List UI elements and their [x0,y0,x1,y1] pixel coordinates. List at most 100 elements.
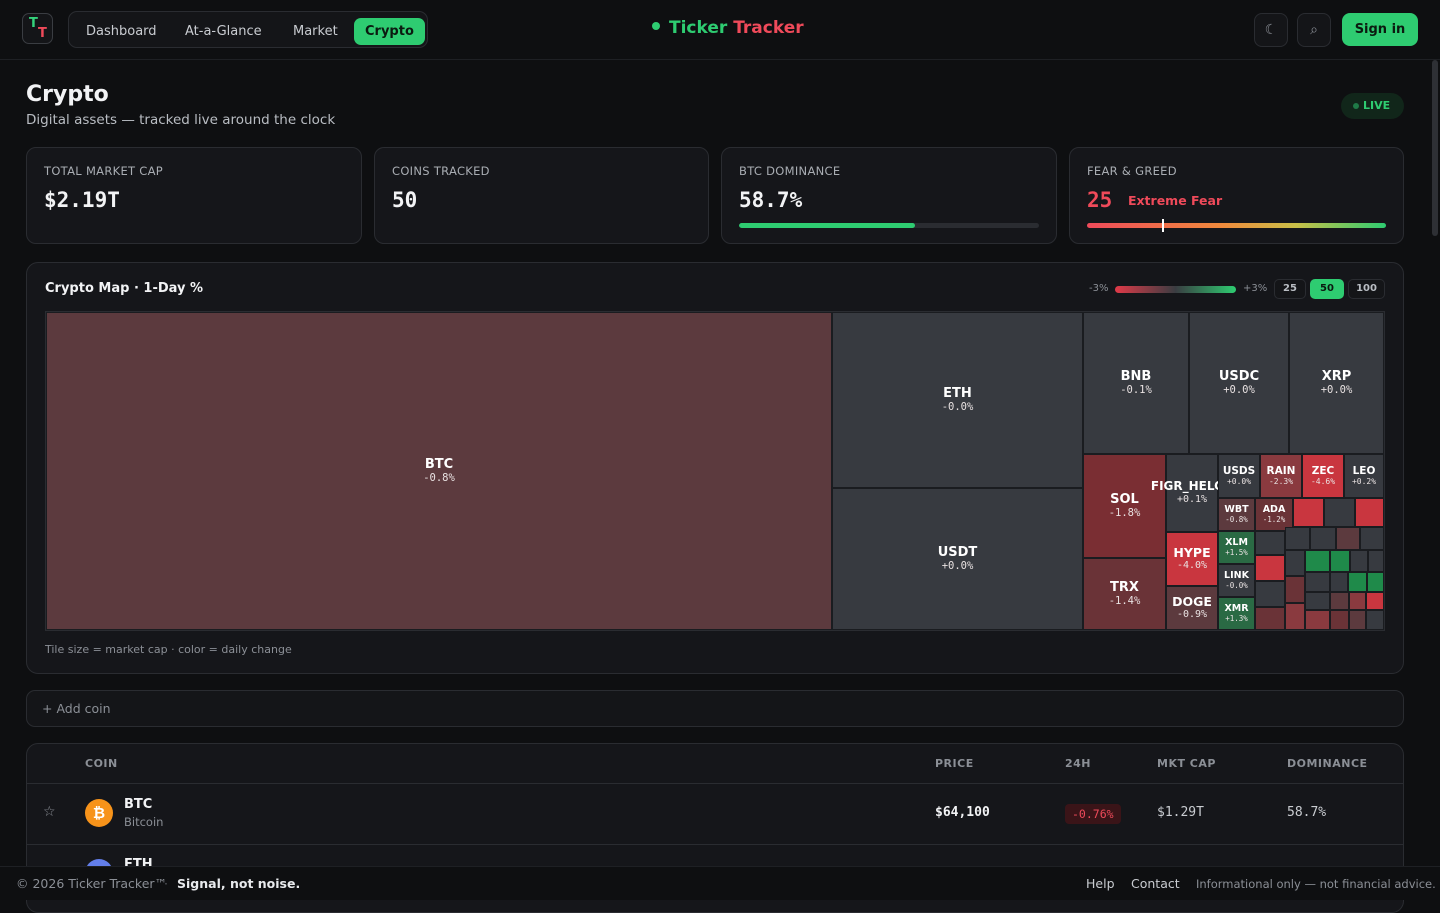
fear-greed-marker [1161,219,1164,232]
map-tile-xrp[interactable]: XRP +0.0% [1289,312,1384,454]
column-header-24h[interactable]: 24H [1065,757,1091,770]
map-tile-small[interactable] [1293,498,1324,527]
map-tile-link[interactable]: LINK -0.0% [1218,564,1255,597]
map-tile-small[interactable] [1348,572,1367,592]
map-tile-rain[interactable]: RAIN -2.3% [1260,454,1302,498]
tile-symbol: HYPE [1173,545,1211,561]
map-tile-eth[interactable]: ETH -0.0% [832,312,1083,488]
map-tile-small[interactable] [1360,527,1384,550]
map-tile-small[interactable] [1310,527,1336,550]
map-tile-small[interactable] [1350,550,1368,572]
map-tile-small[interactable] [1324,498,1355,527]
tile-change: -4.6% [1310,477,1336,487]
map-tile-small[interactable] [1255,555,1285,581]
map-tile-small[interactable] [1255,581,1285,607]
map-tile-small[interactable] [1330,592,1349,610]
map-tile-leo[interactable]: LEO +0.2% [1344,454,1384,498]
brand-word-2: Tracker [733,18,804,38]
main-nav: Dashboard At-a-Glance Market Crypto [68,11,428,48]
footer-disclaimer: Informational only — not financial advic… [1196,877,1436,891]
map-tile-small[interactable] [1366,592,1384,610]
search-icon: ⌕ [1310,22,1318,38]
footer-copyright: © 2026 Ticker Tracker™ [16,876,168,891]
tile-symbol: BNB [1120,368,1152,384]
map-tile-small[interactable] [1355,498,1384,527]
map-tile-bnb[interactable]: BNB -0.1% [1083,312,1189,454]
fear-greed-number: 25 [1087,188,1113,212]
size-option-50[interactable]: 50 [1310,279,1344,299]
size-option-100[interactable]: 100 [1348,279,1385,299]
add-coin-input[interactable]: + Add coin [26,690,1404,727]
column-header-dominance[interactable]: DOMINANCE [1287,757,1368,770]
map-tile-small[interactable] [1305,572,1330,592]
map-tile-doge[interactable]: DOGE -0.9% [1166,586,1218,630]
map-tile-figr-heloc[interactable]: FIGR_HELOC +0.1% [1151,454,1233,532]
tile-change: -0.0% [1225,580,1248,590]
table-row[interactable]: ☆ ₿ BTC Bitcoin $64,100 -0.76% $1.29T 58… [27,784,1403,844]
column-header-mkt-cap[interactable]: MKT CAP [1157,757,1216,770]
map-tile-wbt[interactable]: WBT -0.8% [1218,498,1255,531]
map-tile-small[interactable] [1330,572,1348,592]
tile-change: -0.1% [1120,384,1152,397]
size-option-25[interactable]: 25 [1274,279,1306,299]
map-tile-xmr[interactable]: XMR +1.3% [1218,597,1255,630]
app-logo[interactable]: T T [22,13,53,44]
map-tile-zec[interactable]: ZEC -4.6% [1302,454,1344,498]
column-header-coin[interactable]: COIN [85,757,118,770]
map-tile-small[interactable] [1368,550,1384,572]
map-tile-small[interactable] [1305,610,1330,630]
stat-label: FEAR & GREED [1087,164,1177,178]
tile-symbol: XMR [1224,602,1249,614]
stat-value: $2.19T [44,188,120,212]
stat-label: TOTAL MARKET CAP [44,164,164,178]
map-tile-small[interactable] [1285,576,1305,603]
map-tile-btc[interactable]: BTC -0.8% [46,312,832,630]
page-scrollbar[interactable] [1432,60,1438,236]
map-tile-small[interactable] [1285,550,1305,576]
map-tile-small[interactable] [1255,531,1285,555]
map-tile-small[interactable] [1330,610,1349,630]
map-tile-small[interactable] [1349,592,1366,610]
logo-letter-t1: T [29,16,38,31]
tile-symbol: RAIN [1266,465,1296,478]
theme-toggle-button[interactable]: ☾ [1254,13,1288,47]
map-tile-small[interactable] [1367,572,1384,592]
tile-change: -0.8% [423,472,455,485]
legend-min-label: -3% [1089,283,1109,294]
legend-max-label: +3% [1243,283,1268,294]
map-tile-small[interactable] [1255,607,1285,630]
stat-card-coins-tracked: COINS TRACKED 50 [374,147,709,244]
map-tile-small[interactable] [1336,527,1360,550]
sign-in-button[interactable]: Sign in [1342,13,1418,46]
map-tile-xlm[interactable]: XLM +1.5% [1218,531,1255,564]
map-tile-small[interactable] [1285,527,1310,550]
map-tile-small[interactable] [1305,550,1330,572]
tile-change: +0.0% [1223,384,1255,397]
map-tile-usdc[interactable]: USDC +0.0% [1189,312,1289,454]
page-subtitle: Digital assets — tracked live around the… [26,112,336,128]
tab-at-a-glance[interactable]: At-a-Glance [174,18,273,45]
tile-symbol: ZEC [1311,465,1335,478]
tile-symbol: USDC [1218,368,1260,384]
map-tile-small[interactable] [1285,603,1305,630]
map-tile-usds[interactable]: USDS +0.0% [1218,454,1260,498]
star-icon[interactable]: ☆ [43,804,56,820]
tile-symbol: LEO [1352,465,1376,478]
map-tile-small[interactable] [1330,550,1350,572]
coin-change-badge: -0.76% [1065,804,1121,824]
map-tile-hype[interactable]: HYPE -4.0% [1166,532,1218,586]
footer-contact-link[interactable]: Contact [1131,876,1180,891]
tab-market[interactable]: Market [282,18,349,45]
map-tile-usdt[interactable]: USDT +0.0% [832,488,1083,630]
search-button[interactable]: ⌕ [1297,13,1331,47]
map-tile-small[interactable] [1349,610,1366,630]
footer-help-link[interactable]: Help [1086,876,1115,891]
map-tile-sol[interactable]: SOL -1.8% [1083,454,1166,558]
map-tile-small[interactable] [1366,610,1384,630]
tile-change: -1.8% [1108,507,1141,520]
tab-dashboard[interactable]: Dashboard [75,18,168,45]
column-header-price[interactable]: PRICE [935,757,974,770]
tab-crypto[interactable]: Crypto [354,18,425,45]
map-tile-small[interactable] [1305,592,1330,610]
map-tile-trx[interactable]: TRX -1.4% [1083,558,1166,630]
